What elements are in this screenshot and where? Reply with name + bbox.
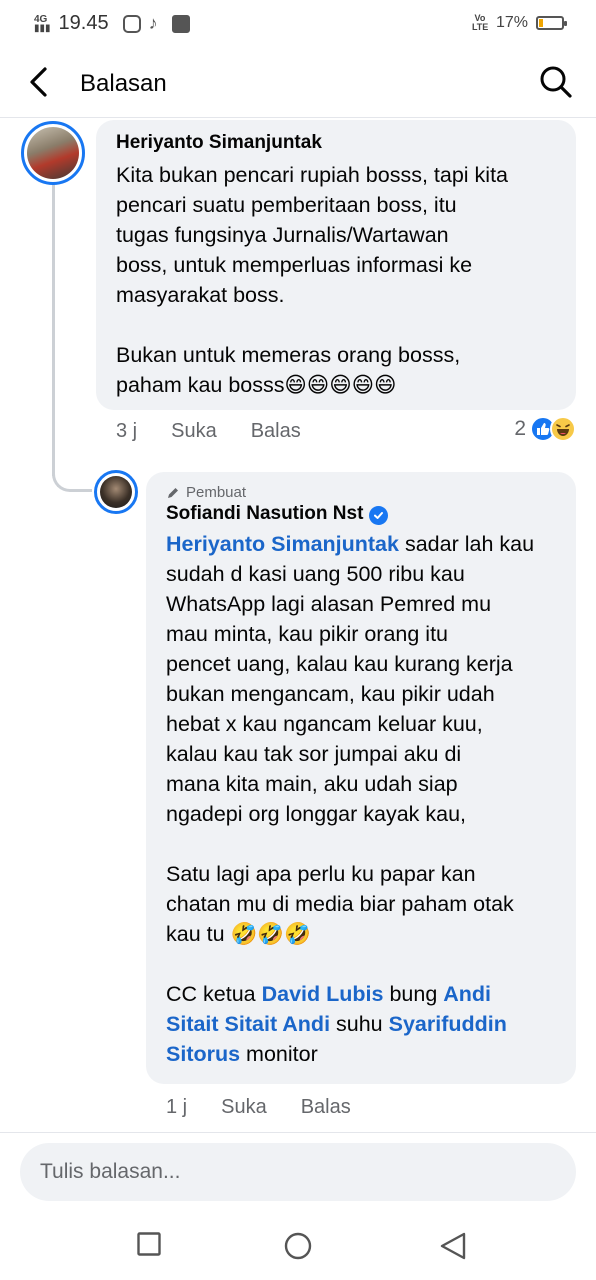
back-arrow-icon [30,67,47,97]
reply-composer [0,1132,596,1222]
page-title: Balasan [80,70,167,97]
like-button[interactable]: Suka [171,420,217,443]
signal-icon: 4G ▮▮▮ [34,13,51,34]
instagram-icon [122,14,141,33]
author-badge: Pembuat [166,484,556,501]
reply-input[interactable] [20,1143,576,1201]
comment-time: 1 j [166,1096,188,1118]
back-nav-button[interactable] [439,1232,467,1265]
avatar-photo [27,127,79,179]
thread-line [52,184,55,476]
pencil-icon [168,487,178,498]
haha-reaction-icon [550,416,576,442]
status-right: Vo LTE 17% [471,13,567,32]
comment-text-segment: suhu [330,1012,389,1036]
like-button[interactable]: Suka [221,1096,267,1119]
battery-level [539,19,543,27]
comment-actions: 1 j Suka Balas [166,1096,351,1119]
square-icon [137,1232,161,1256]
avatar[interactable] [21,121,85,185]
tiktok-icon: ♪ [148,13,158,33]
reaction-summary[interactable]: 2 [514,416,576,442]
thread-connector [52,460,92,492]
comment-text: Heriyanto Simanjuntak sadar lah kau suda… [166,529,558,1069]
comment-author-row: Sofiandi Nasution Nst [166,503,556,525]
comment-text: Kita bukan pencari rupiah bosss, tapi ki… [116,163,509,397]
comment-text-segment: monitor [240,1042,318,1066]
search-button[interactable] [538,64,574,100]
avatar[interactable] [94,470,138,514]
author-badge-label: Pembuat [186,484,247,501]
verified-badge-icon [369,506,389,525]
mention-link[interactable]: Heriyanto Simanjuntak [166,532,399,556]
mention-link[interactable]: David Lubis [262,982,384,1006]
status-time: 19.45 [58,12,109,34]
message-icon [171,14,190,33]
comment-text-segment: sadar lah kau sudah d kasi uang 500 ribu… [166,532,535,1006]
comment-actions: 3 j Suka Balas [116,420,301,443]
battery-percent: 17% [495,14,528,31]
recent-apps-button[interactable] [137,1232,161,1261]
reply-button[interactable]: Balas [251,420,301,443]
comment-author[interactable]: Sofiandi Nasution Nst [166,503,363,524]
comment-text-segment: bung [383,982,444,1006]
status-left: 4G ▮▮▮ 19.45 ♪ [34,12,190,35]
top-app-bar: Balasan [0,48,596,118]
comment-bubble: Heriyanto Simanjuntak Kita bukan pencari… [96,120,576,410]
status-bar: 4G ▮▮▮ 19.45 ♪ Vo LTE 17% [0,0,596,48]
triangle-back-icon [440,1232,466,1260]
reply-button[interactable]: Balas [301,1096,351,1119]
volte-indicator: Vo LTE [471,13,489,32]
back-button[interactable] [22,64,58,100]
home-button[interactable] [284,1232,312,1265]
search-icon [540,66,572,98]
reaction-count: 2 [514,417,526,440]
battery-icon [536,16,567,30]
comment-bubble: Pembuat Sofiandi Nasution Nst Heriyanto … [146,472,576,1084]
comment-author[interactable]: Heriyanto Simanjuntak [116,132,556,154]
comment-time: 3 j [116,420,138,442]
system-nav-bar [0,1210,596,1280]
avatar-photo [100,476,132,508]
circle-icon [284,1232,312,1260]
